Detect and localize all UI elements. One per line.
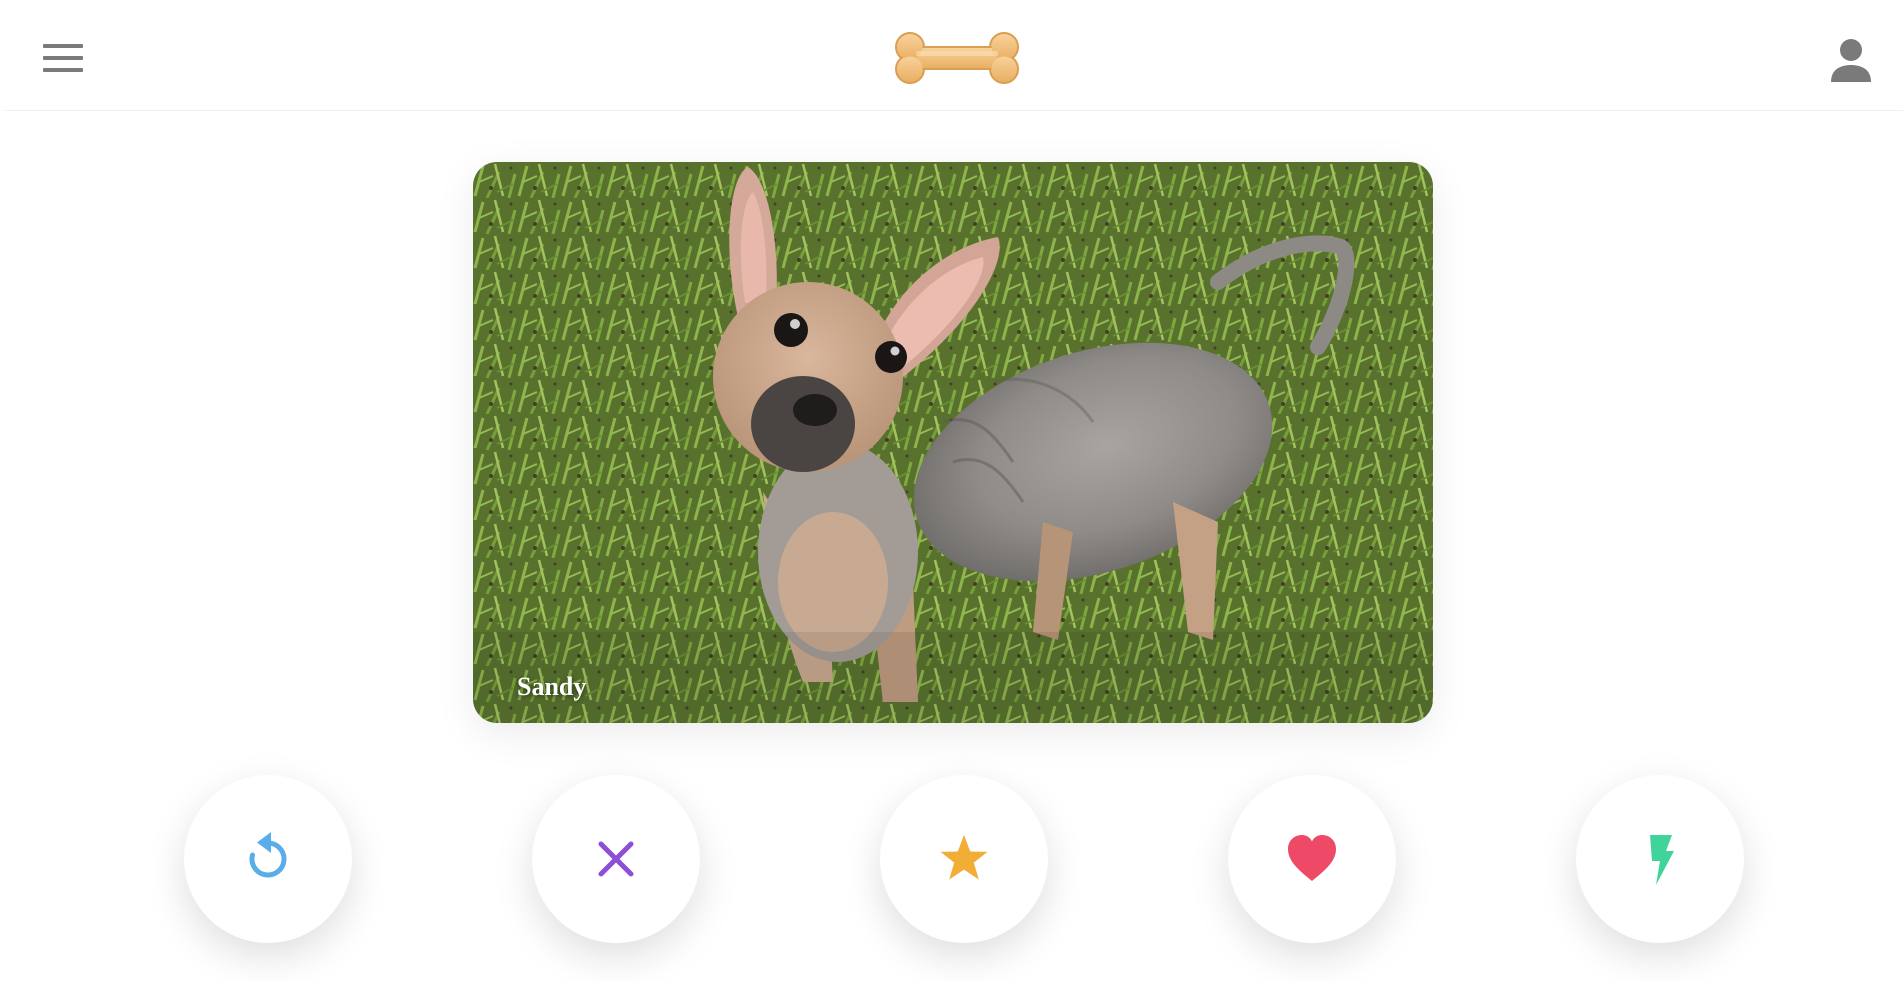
rewind-button[interactable] (184, 775, 352, 943)
profile-card[interactable]: Sandy (473, 162, 1433, 723)
lightning-icon (1650, 835, 1674, 885)
bone-logo-icon[interactable] (892, 30, 1022, 86)
nope-button[interactable] (532, 775, 700, 943)
boost-button[interactable] (1576, 775, 1744, 943)
pet-name: Sandy (517, 672, 587, 701)
super-like-button[interactable] (880, 775, 1048, 943)
heart-icon (1288, 835, 1336, 881)
person-icon[interactable] (1823, 32, 1879, 88)
hamburger-menu-icon[interactable] (35, 36, 91, 80)
rewind-icon (249, 832, 287, 878)
star-icon (940, 835, 988, 880)
like-button[interactable] (1228, 775, 1396, 943)
top-bar (5, 0, 1903, 111)
close-icon (598, 841, 634, 877)
dog-photo (473, 162, 1433, 723)
